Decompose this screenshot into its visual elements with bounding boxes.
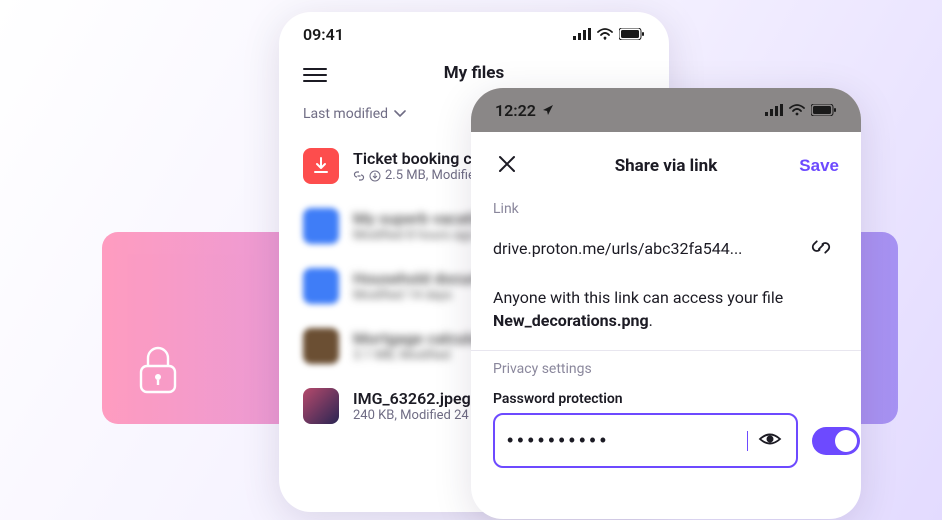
close-icon	[497, 154, 517, 174]
nav-bar: My files	[279, 56, 669, 86]
password-input[interactable]	[507, 430, 739, 451]
menu-button[interactable]	[303, 64, 327, 82]
share-link-text: drive.proton.me/urls/abc32fa544...	[493, 239, 803, 258]
status-time: 12:22	[495, 101, 536, 120]
shared-filename: New_decorations.png	[493, 311, 649, 330]
link-section-label: Link	[471, 191, 861, 221]
battery-icon	[811, 104, 837, 116]
password-input-wrap[interactable]	[493, 413, 798, 468]
chevron-down-icon	[394, 106, 406, 122]
link-icon	[353, 170, 365, 182]
folder-icon	[303, 268, 339, 304]
document-icon	[303, 328, 339, 364]
sort-label: Last modified	[303, 106, 388, 122]
status-bar: 09:41	[279, 12, 669, 56]
share-description: Anyone with this link can access your fi…	[471, 272, 861, 350]
eye-icon	[758, 427, 782, 451]
lock-icon	[136, 344, 180, 396]
location-icon	[542, 104, 554, 116]
privacy-section-label: Privacy settings	[471, 351, 861, 381]
pdf-icon	[303, 148, 339, 184]
password-toggle[interactable]	[812, 427, 860, 455]
folder-icon	[303, 208, 339, 244]
password-field-label: Password protection	[471, 381, 861, 413]
status-time: 09:41	[303, 25, 344, 44]
image-thumbnail	[303, 388, 339, 424]
status-indicators	[765, 104, 837, 116]
close-button[interactable]	[493, 150, 521, 181]
download-icon	[369, 170, 381, 182]
save-button[interactable]: Save	[799, 156, 839, 176]
page-title: My files	[444, 63, 504, 83]
link-icon	[809, 235, 833, 259]
battery-icon	[619, 28, 645, 40]
cellular-icon	[573, 28, 591, 40]
dialog-title: Share via link	[615, 156, 718, 176]
status-indicators	[573, 28, 645, 40]
share-link-row: drive.proton.me/urls/abc32fa544...	[471, 221, 861, 272]
dialog-toolbar: Share via link Save	[471, 132, 861, 191]
cellular-icon	[765, 104, 783, 116]
copy-link-button[interactable]	[803, 229, 839, 268]
password-row	[471, 413, 861, 474]
phone-share-dialog: 12:22 Share via link Save Link drive.pro…	[471, 88, 861, 519]
status-bar: 12:22	[471, 88, 861, 132]
wifi-icon	[789, 104, 805, 116]
reveal-password-button[interactable]	[756, 425, 784, 456]
text-caret	[747, 431, 748, 451]
wifi-icon	[597, 28, 613, 40]
